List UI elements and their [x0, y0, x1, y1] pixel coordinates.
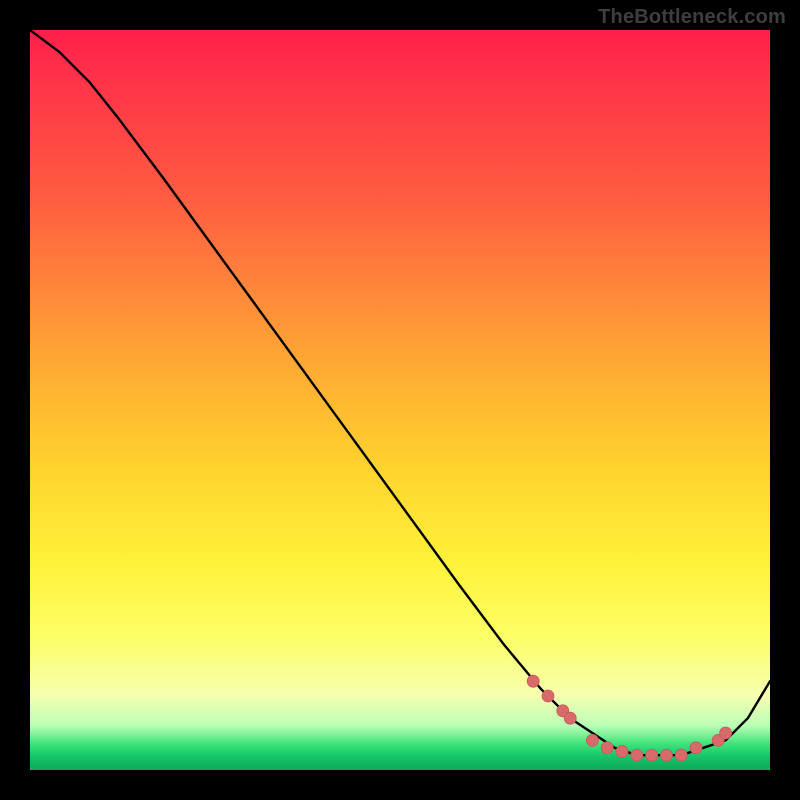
curve-marker — [527, 675, 539, 687]
curve-marker — [542, 690, 554, 702]
marker-group — [527, 675, 731, 761]
curve-marker — [586, 734, 598, 746]
curve-marker — [646, 749, 658, 761]
bottleneck-curve — [30, 30, 770, 755]
curve-marker — [616, 746, 628, 758]
curve-marker — [690, 742, 702, 754]
curve-marker — [631, 749, 643, 761]
curve-marker — [564, 712, 576, 724]
curve-marker — [675, 749, 687, 761]
curve-marker — [720, 727, 732, 739]
curve-marker — [601, 742, 613, 754]
curve-layer — [30, 30, 770, 770]
chart-frame: TheBottleneck.com — [0, 0, 800, 800]
curve-marker — [660, 749, 672, 761]
plot-area — [30, 30, 770, 770]
watermark-text: TheBottleneck.com — [598, 6, 786, 29]
